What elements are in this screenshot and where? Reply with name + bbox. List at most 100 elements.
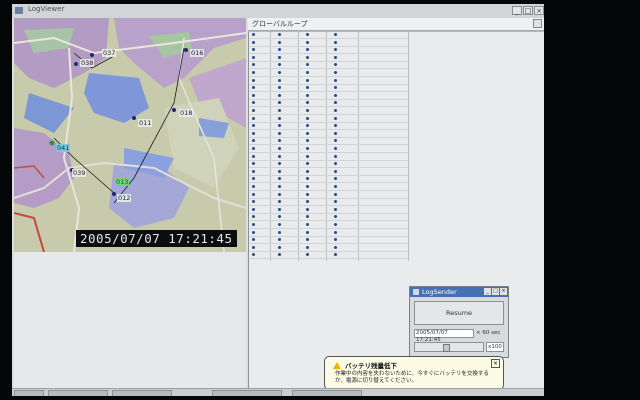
status-dot-icon [252,147,255,150]
speed-slider[interactable] [414,342,484,352]
status-dot-icon [278,147,281,150]
map-point-label[interactable]: 013 [115,178,130,186]
resume-button[interactable]: Resume [414,301,504,325]
status-dot-icon [334,40,337,44]
status-dot-icon [306,147,309,150]
status-dot-icon [334,124,337,128]
status-dot-icon [252,71,255,74]
status-dot-icon [278,245,281,249]
status-dot-icon [252,154,255,158]
status-dot-icon [278,55,281,59]
minimize-button[interactable]: _ [512,6,522,15]
close-button[interactable]: × [534,6,544,15]
status-dot-icon [334,33,337,36]
status-dot-icon [334,93,337,97]
map-point-label[interactable]: 038 [80,59,95,67]
status-dot-icon [252,116,255,120]
status-dot-icon [306,101,309,105]
notification-title: バッテリ残量低下 [345,362,397,370]
status-dot-icon [252,200,255,204]
status-dot-icon [252,33,255,36]
start-button[interactable] [14,390,44,396]
multiplier-field[interactable]: x100 [486,342,504,352]
maximize-button[interactable]: □ [523,6,533,15]
status-dot-icon [278,109,281,112]
close-button[interactable]: × [500,288,507,295]
status-dot-icon [278,154,281,158]
status-dot-icon [306,185,309,188]
status-dot-icon [306,131,309,135]
maximize-button[interactable]: □ [492,288,499,295]
status-dot-icon [334,245,337,249]
status-dot-icon [306,55,309,59]
status-dot-icon [278,124,281,128]
status-dot-icon [252,162,255,166]
status-dot-icon [252,131,255,135]
status-dot-icon [278,48,281,52]
window-titlebar[interactable]: LogViewer _ □ × [12,4,544,18]
status-dot-icon [306,40,309,44]
status-dot-icon [252,245,255,249]
map-point-label[interactable]: 012 [117,194,132,202]
status-dot-icon [306,169,309,173]
map-point-label[interactable]: 039 [72,169,87,177]
taskbar-item[interactable] [48,390,108,396]
status-dot-icon [306,139,309,143]
minimize-button[interactable]: _ [484,288,491,295]
status-dot-icon [278,71,281,74]
system-tray[interactable] [482,390,542,396]
divider [248,32,249,396]
taskbar-item[interactable] [212,390,282,396]
empty-panel [14,252,246,392]
status-dot-icon [334,200,337,204]
status-dot-icon [278,116,281,120]
app-icon [413,289,419,295]
status-dot-icon [306,63,309,67]
status-dot-icon [278,192,281,196]
map-timestamp: 2005/07/07 17:21:45 [76,230,237,247]
map-point-label[interactable]: 011 [138,119,153,127]
datetime-field[interactable]: 2005/07/07 17:21:45 [414,329,474,343]
status-dot-icon [306,230,309,234]
status-dot-icon [306,124,309,128]
map-point-label[interactable]: 018 [179,109,194,117]
status-dot-icon [334,154,337,158]
device-grid[interactable] [248,31,409,261]
status-dot-icon [334,185,337,188]
status-dot-icon [306,109,309,112]
status-dot-icon [278,169,281,173]
chevron-down-icon[interactable] [533,19,542,28]
taskbar-item[interactable] [292,390,362,396]
status-dot-icon [334,230,337,234]
status-dot-icon [278,253,281,257]
notification-body: 作業中の内容を失わないために、今すぐにバッテリを交換するか、電源に切り替えてくだ… [335,371,489,384]
status-dot-icon [278,139,281,143]
status-dot-icon [252,40,255,44]
status-dot-icon [252,215,255,219]
status-dot-icon [334,215,337,219]
close-button[interactable]: × [491,359,500,368]
slider-handle[interactable] [443,344,450,352]
table-row[interactable] [248,251,408,260]
logsender-titlebar[interactable]: LogSender _ □ × [410,287,508,297]
status-dot-icon [252,238,255,242]
status-dot-icon [334,63,337,67]
status-dot-icon [278,207,281,211]
logsender-window[interactable]: LogSender _ □ × Resume 2005/07/07 17:21:… [409,286,509,358]
app-icon [15,7,23,14]
status-dot-icon [334,169,337,173]
taskbar-item[interactable] [112,390,172,396]
map-point-label[interactable]: 016 [190,49,205,57]
map-point-label[interactable]: 037 [102,49,117,57]
status-dot-icon [334,162,337,166]
status-dot-icon [334,101,337,105]
interval-label: × 60 sec [476,330,501,336]
status-dot-icon [334,192,337,196]
map-point-label[interactable]: 041 [56,144,71,152]
status-dot-icon [252,207,255,211]
group-selector[interactable]: グローバルループ [248,18,544,31]
map-canvas [14,18,246,252]
status-dot-icon [278,177,281,181]
map-view[interactable]: 037 038 016 011 018 039 012 041 013 2005… [14,18,246,252]
battery-notification[interactable]: バッテリ残量低下 作業中の内容を失わないために、今すぐにバッテリを交換するか、電… [324,356,504,390]
